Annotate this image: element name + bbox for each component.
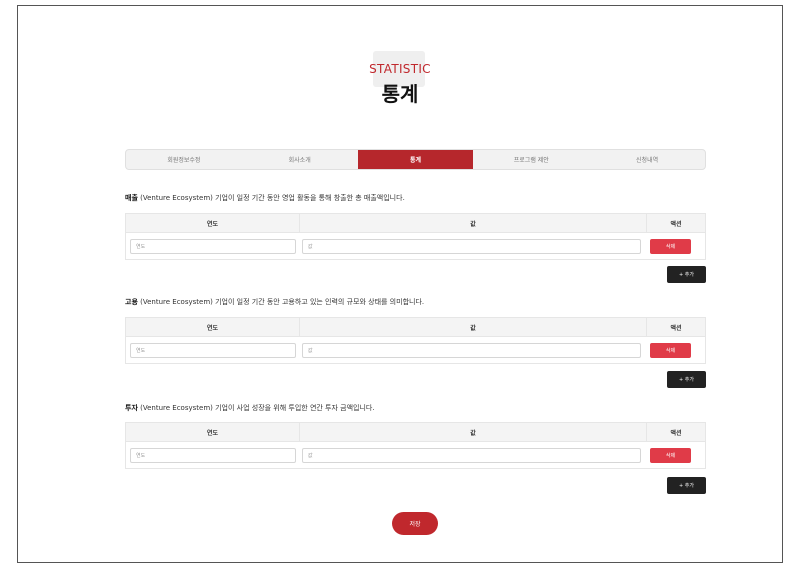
value-cell: 값 (299, 337, 645, 364)
table-row: 연도 값 삭제 (126, 442, 705, 469)
section-text: (Venture Ecosystem) 기업이 일정 기간 동안 영업 활동을 … (140, 194, 405, 202)
tab-program-proposal[interactable]: 프로그램 제안 (473, 150, 589, 169)
year-cell: 연도 (126, 442, 299, 469)
add-row-button[interactable]: + 추가 (667, 477, 706, 494)
hero-subtitle: STATISTIC (369, 62, 431, 76)
add-row-button[interactable]: + 추가 (667, 266, 706, 283)
delete-button[interactable]: 삭제 (650, 239, 691, 254)
column-value: 값 (299, 214, 646, 232)
action-cell: 삭제 (645, 442, 705, 469)
column-action: 액션 (646, 214, 705, 232)
section-description: 투자 (Venture Ecosystem) 기업이 사업 성장을 위해 투입한… (125, 403, 375, 413)
action-cell: 삭제 (645, 337, 705, 364)
stat-table: 연도 값 액션 연도 값 삭제 (125, 213, 706, 260)
delete-button[interactable]: 삭제 (650, 343, 691, 358)
year-input[interactable]: 연도 (130, 448, 296, 463)
add-row-button[interactable]: + 추가 (667, 371, 706, 388)
table-header: 연도 값 액션 (126, 318, 705, 337)
save-button[interactable]: 저장 (392, 512, 438, 535)
stat-table: 연도 값 액션 연도 값 삭제 (125, 422, 706, 469)
action-cell: 삭제 (645, 233, 705, 260)
value-input[interactable]: 값 (302, 239, 641, 254)
table-row: 연도 값 삭제 (126, 233, 705, 260)
stat-table: 연도 값 액션 연도 값 삭제 (125, 317, 706, 364)
section-description: 매출 (Venture Ecosystem) 기업이 일정 기간 동안 영업 활… (125, 193, 405, 203)
year-cell: 연도 (126, 337, 299, 364)
tab-profile[interactable]: 회원정보수정 (126, 150, 242, 169)
section-name: 투자 (125, 404, 138, 412)
delete-button[interactable]: 삭제 (650, 448, 691, 463)
tab-applications[interactable]: 신청내역 (589, 150, 705, 169)
column-action: 액션 (646, 423, 705, 441)
page-title: 통계 (381, 82, 419, 106)
column-year: 연도 (206, 220, 219, 228)
value-input[interactable]: 값 (302, 343, 641, 358)
hero: STATISTIC 통계 (0, 62, 800, 106)
section-text: (Venture Ecosystem) 기업이 사업 성장을 위해 투입한 연간… (140, 404, 375, 412)
column-year: 연도 (206, 324, 219, 332)
column-value: 값 (299, 423, 646, 441)
value-cell: 값 (299, 233, 645, 260)
column-action: 액션 (646, 318, 705, 336)
value-input[interactable]: 값 (302, 448, 641, 463)
year-input[interactable]: 연도 (130, 239, 296, 254)
value-cell: 값 (299, 442, 645, 469)
section-name: 매출 (125, 194, 138, 202)
section-description: 고용 (Venture Ecosystem) 기업이 일정 기간 동안 고용하고… (125, 297, 424, 307)
tab-company[interactable]: 회사소개 (242, 150, 358, 169)
year-cell: 연도 (126, 233, 299, 260)
section-name: 고용 (125, 298, 138, 306)
column-year: 연도 (206, 429, 219, 437)
section-text: (Venture Ecosystem) 기업이 일정 기간 동안 고용하고 있는… (140, 298, 425, 306)
tab-bar: 회원정보수정 회사소개 통계 프로그램 제안 신청내역 (125, 149, 706, 170)
tab-statistics[interactable]: 통계 (357, 150, 474, 169)
table-header: 연도 값 액션 (126, 214, 705, 233)
table-row: 연도 값 삭제 (126, 337, 705, 364)
table-header: 연도 값 액션 (126, 423, 705, 442)
column-value: 값 (299, 318, 646, 336)
year-input[interactable]: 연도 (130, 343, 296, 358)
